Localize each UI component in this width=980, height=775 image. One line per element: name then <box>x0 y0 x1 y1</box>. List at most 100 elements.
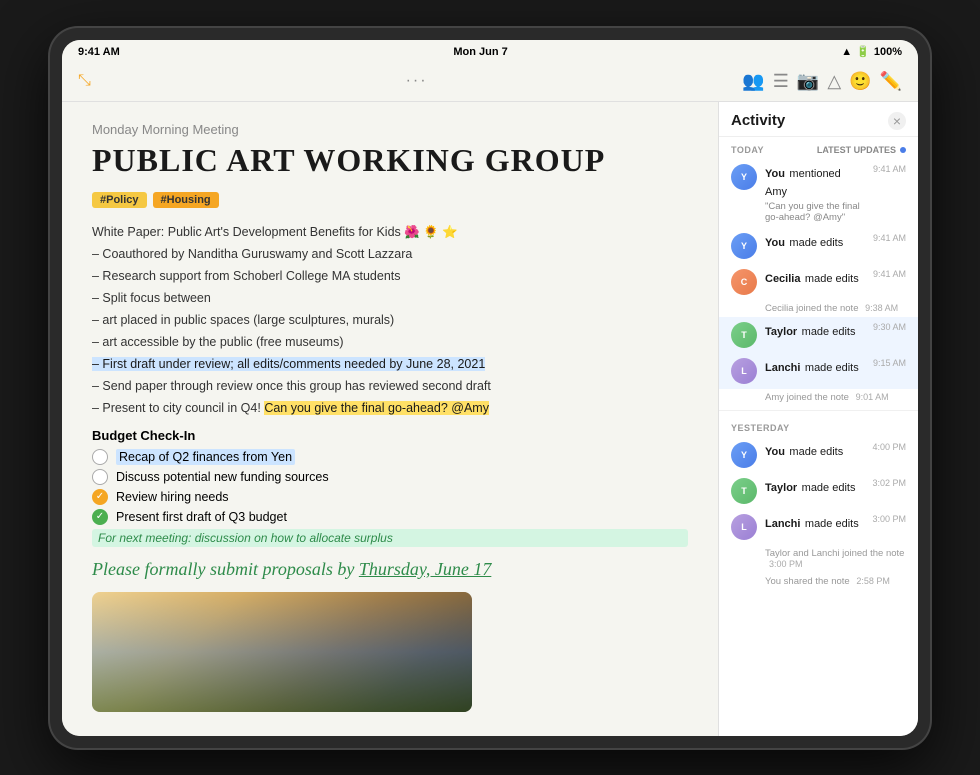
activity-time-5: 4:00 PM <box>872 442 906 452</box>
tag-policy[interactable]: #Policy <box>92 192 147 208</box>
collapse-icon[interactable]: ⤡ <box>78 72 91 90</box>
system-time-1: 9:01 AM <box>856 392 889 402</box>
system-text-2: Taylor and Lanchi joined the note <box>765 548 904 559</box>
activity-system-cecilia-joined: Cecilia joined the note 9:38 AM <box>719 300 918 317</box>
checklist-text-1: Discuss potential new funding sources <box>116 470 329 484</box>
avatar-taylor-0: T <box>731 322 757 348</box>
activity-item-you-mentioned: Y You mentioned Amy "Can you give the fi… <box>719 159 918 228</box>
highlighted-line: – First draft under review; all edits/co… <box>92 354 688 374</box>
activity-content-3: Taylor made edits <box>765 322 865 340</box>
more-options-icon[interactable]: ··· <box>406 72 428 90</box>
ipad-frame: 9:41 AM Mon Jun 7 ▲ 🔋 100% ⤡ ··· 👥 ☰ 📷 △… <box>50 28 930 748</box>
activity-content-5: You made edits <box>765 442 864 460</box>
bullet-1: – Research support from Schoberl College… <box>92 266 688 286</box>
activity-time-6: 3:02 PM <box>872 478 906 488</box>
activity-action-3: made edits <box>802 326 856 338</box>
status-right: ▲ 🔋 100% <box>841 45 902 58</box>
activity-name-4: Lanchi <box>765 362 800 374</box>
activity-item-cecilia-edits: C Cecilia made edits 9:41 AM <box>719 264 918 300</box>
activity-content-4: Lanchi made edits <box>765 358 865 376</box>
system-time-3: 2:58 PM <box>856 576 890 586</box>
yesterday-label: YESTERDAY <box>731 423 790 433</box>
system-time-0: 9:38 AM <box>865 303 898 313</box>
avatar-you-yesterday: Y <box>731 442 757 468</box>
activity-content-1: You made edits <box>765 233 865 251</box>
checklist-item-2[interactable]: ✓ Review hiring needs <box>92 489 688 505</box>
people-icon[interactable]: 👥 <box>742 71 764 92</box>
bullet-2: – Split focus between <box>92 288 688 308</box>
system-time-2: 3:00 PM <box>769 559 803 569</box>
avatar-you-1: Y <box>731 233 757 259</box>
activity-system-taylor-lanchi-joined: Taylor and Lanchi joined the note 3:00 P… <box>719 545 918 573</box>
tags-container: #Policy #Housing <box>92 192 688 208</box>
activity-item-lanchi-edits-0: L Lanchi made edits 9:15 AM <box>719 353 918 389</box>
activity-body[interactable]: TODAY LATEST UPDATES Y You mentioned Amy… <box>719 137 918 736</box>
activity-action-4: made edits <box>805 362 859 374</box>
activity-time-0: 9:41 AM <box>873 164 906 174</box>
status-bar: 9:41 AM Mon Jun 7 ▲ 🔋 100% <box>62 40 918 64</box>
wifi-icon: ▲ <box>841 46 852 58</box>
note-area[interactable]: Monday Morning Meeting PUBLIC ART WORKIN… <box>62 102 718 736</box>
budget-title: Budget Check-In <box>92 428 688 443</box>
activity-action-2: made edits <box>805 273 859 285</box>
battery-level: 100% <box>874 46 902 58</box>
latest-updates-text: LATEST UPDATES <box>817 145 896 155</box>
edit-icon[interactable]: ✏️ <box>880 71 902 92</box>
activity-content-2: Cecilia made edits <box>765 269 865 287</box>
note-body: White Paper: Public Art's Development Be… <box>92 222 688 418</box>
camera-icon[interactable]: 📷 <box>797 71 819 92</box>
activity-time-3: 9:30 AM <box>873 322 906 332</box>
section-divider <box>719 410 918 411</box>
checkbox-0[interactable] <box>92 449 108 465</box>
bullet-3: – art placed in public spaces (large scu… <box>92 310 688 330</box>
checklist-item-3[interactable]: ✓ Present first draft of Q3 budget <box>92 509 688 525</box>
markup-icon[interactable]: △ <box>827 71 841 92</box>
blue-dot-indicator <box>900 147 906 153</box>
note-title: PUBLIC ART WORKING GROUP <box>92 143 688 178</box>
activity-panel: Activity × TODAY LATEST UPDATES Y <box>718 102 918 736</box>
toolbar-center: ··· <box>406 72 428 90</box>
activity-item-lanchi-edits-yesterday: L Lanchi made edits 3:00 PM <box>719 509 918 545</box>
italic-note: For next meeting: discussion on how to a… <box>92 529 688 547</box>
tag-housing[interactable]: #Housing <box>153 192 219 208</box>
checkbox-3[interactable]: ✓ <box>92 509 108 525</box>
activity-system-shared: You shared the note 2:58 PM <box>719 573 918 590</box>
activity-item-you-edits-yesterday: Y You made edits 4:00 PM <box>719 437 918 473</box>
activity-content-0: You mentioned Amy "Can you give the fina… <box>765 164 865 223</box>
additional-bullet-0: – Send paper through review once this gr… <box>92 376 688 396</box>
activity-name-6: Taylor <box>765 482 797 494</box>
activity-item-taylor-edits-0: T Taylor made edits 9:30 AM <box>719 317 918 353</box>
checklist-icon[interactable]: ☰ <box>773 71 789 92</box>
checklist-item-0[interactable]: Recap of Q2 finances from Yen <box>92 449 688 465</box>
budget-section: Budget Check-In Recap of Q2 finances fro… <box>92 428 688 547</box>
activity-time-7: 3:00 PM <box>872 514 906 524</box>
ipad-screen: 9:41 AM Mon Jun 7 ▲ 🔋 100% ⤡ ··· 👥 ☰ 📷 △… <box>62 40 918 736</box>
highlight-blue-text: – First draft under review; all edits/co… <box>92 357 485 371</box>
checkbox-2[interactable]: ✓ <box>92 489 108 505</box>
activity-time-1: 9:41 AM <box>873 233 906 243</box>
activity-panel-title: Activity <box>731 112 785 129</box>
system-text-1: Amy joined the note <box>765 392 849 403</box>
activity-action-5: made edits <box>789 446 843 458</box>
activity-name-3: Taylor <box>765 326 797 338</box>
activity-system-amy-joined: Amy joined the note 9:01 AM <box>719 389 918 406</box>
activity-name-1: You <box>765 237 785 249</box>
close-activity-button[interactable]: × <box>888 112 906 130</box>
checklist-text-0: Recap of Q2 finances from Yen <box>116 449 295 465</box>
activity-item-you-edits: Y You made edits 9:41 AM <box>719 228 918 264</box>
avatar-you-0: Y <box>731 164 757 190</box>
emoji-icon[interactable]: 🙂 <box>849 71 871 92</box>
activity-quote-0: "Can you give the final go-ahead? @Amy" <box>765 201 865 223</box>
checklist-item-1[interactable]: Discuss potential new funding sources <box>92 469 688 485</box>
toolbar-right: 👥 ☰ 📷 △ 🙂 ✏️ <box>742 71 902 92</box>
activity-content-6: Taylor made edits <box>765 478 864 496</box>
avatar-taylor-yesterday: T <box>731 478 757 504</box>
yesterday-section-label: YESTERDAY <box>719 415 918 437</box>
battery-icon: 🔋 <box>856 45 870 58</box>
activity-action-6: made edits <box>802 482 856 494</box>
avatar-lanchi-yesterday: L <box>731 514 757 540</box>
activity-header: Activity × <box>719 102 918 137</box>
latest-updates-label[interactable]: LATEST UPDATES <box>817 145 906 155</box>
proposal-text: Please formally submit proposals by Thur… <box>92 559 688 580</box>
checkbox-1[interactable] <box>92 469 108 485</box>
